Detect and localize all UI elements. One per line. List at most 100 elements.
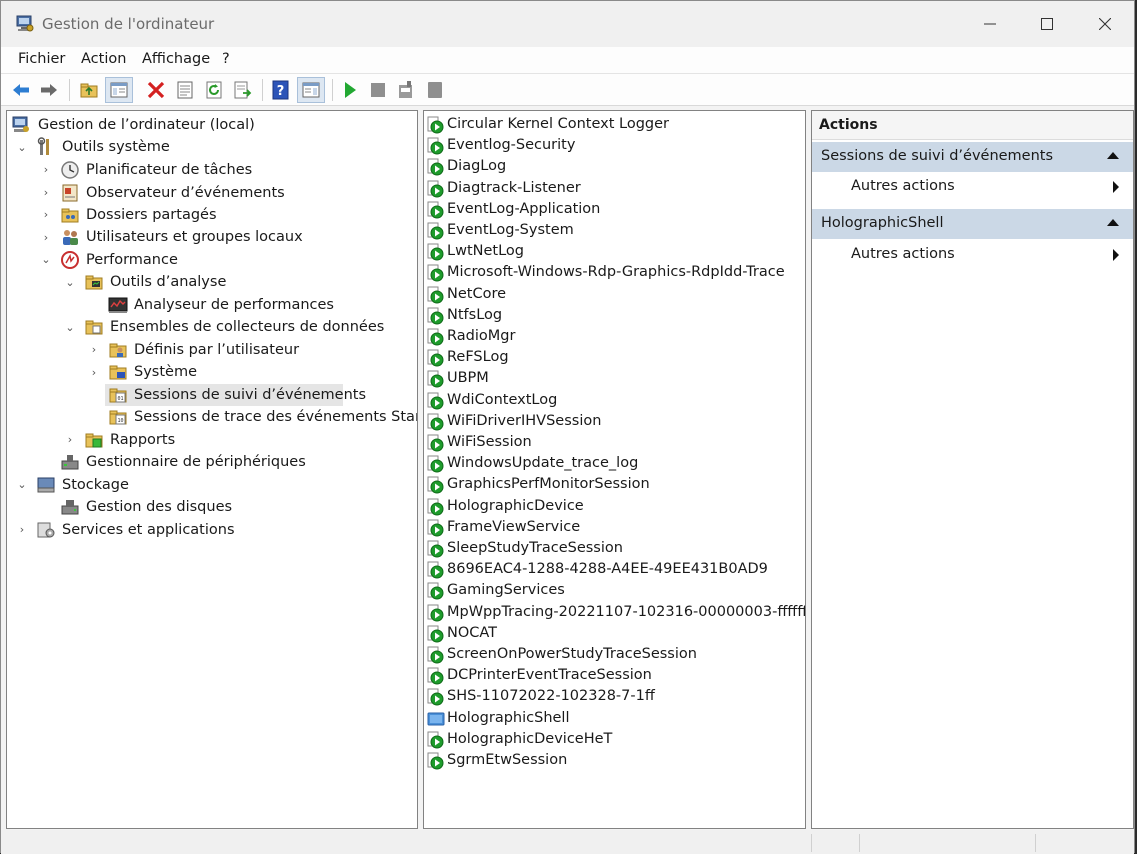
collapse-triangle-icon[interactable] [1107, 152, 1119, 159]
device-manager-icon [61, 455, 79, 470]
show-hide-action-pane-icon[interactable] [301, 80, 321, 100]
toolbar: ? [1, 73, 1134, 106]
session-list-item[interactable]: MpWppTracing-20221107-102316-00000003-ff… [424, 602, 805, 623]
session-list-item[interactable]: HolographicDeviceHeT [424, 729, 805, 750]
session-list-item[interactable]: WdiContextLog [424, 390, 805, 411]
chevron-right-icon[interactable]: › [40, 186, 52, 199]
session-list-item[interactable]: NOCAT [424, 623, 805, 644]
back-arrow-icon[interactable] [11, 80, 31, 100]
session-list-item[interactable]: 8696EAC4-1288-4288-A4EE-49EE431B0AD9 [424, 559, 805, 580]
save-template-icon[interactable] [396, 80, 416, 100]
chevron-down-icon[interactable]: ⌄ [64, 321, 76, 334]
chevron-right-icon[interactable]: › [88, 343, 100, 356]
menu-fichier[interactable]: Fichier [18, 51, 65, 67]
refresh-icon[interactable] [204, 80, 224, 100]
chevron-down-icon[interactable]: ⌄ [16, 141, 28, 154]
tree-label-sessions-suivi: Sessions de suivi d’événements [134, 387, 367, 403]
chevron-right-icon[interactable]: › [88, 366, 100, 379]
trace-session-icon [427, 667, 444, 685]
session-list-item[interactable]: Circular Kernel Context Logger [424, 114, 805, 135]
close-icon [1099, 18, 1111, 30]
trace-session-icon [427, 561, 444, 579]
session-list-item[interactable]: FrameViewService [424, 517, 805, 538]
session-list-item[interactable]: SgrmEtwSession [424, 750, 805, 771]
chevron-right-icon[interactable]: › [64, 433, 76, 446]
session-list-item[interactable]: NetCore [424, 284, 805, 305]
session-list-item[interactable]: WiFiDriverIHVSession [424, 411, 805, 432]
trace-session-icon [427, 625, 444, 643]
trace-session-icon [427, 604, 444, 622]
chevron-right-icon[interactable]: › [16, 523, 28, 536]
session-list-item[interactable]: EventLog-Application [424, 199, 805, 220]
system-folder-icon [109, 365, 127, 380]
properties-icon[interactable] [175, 80, 195, 100]
close-button[interactable] [1076, 1, 1134, 47]
actions-item-autres-1[interactable]: Autres actions [812, 172, 1133, 202]
session-list-item[interactable]: Microsoft-Windows-Rdp-Graphics-RdpIdd-Tr… [424, 262, 805, 283]
title-bar[interactable]: Gestion de l'ordinateur [1, 1, 1134, 47]
export-list-icon[interactable] [233, 80, 253, 100]
forward-arrow-icon[interactable] [39, 80, 59, 100]
trace-session-icon [427, 540, 444, 558]
start-icon[interactable] [340, 80, 360, 100]
session-name: DCPrinterEventTraceSession [447, 667, 652, 684]
session-name: EventLog-Application [447, 200, 601, 217]
session-list-item[interactable]: Eventlog-Security [424, 135, 805, 156]
session-name: NOCAT [447, 624, 498, 641]
tree-label-outils-systeme: Outils système [62, 139, 170, 155]
menu-action[interactable]: Action [81, 51, 126, 67]
session-name: MpWppTracing-20221107-102316-00000003-ff… [447, 603, 806, 620]
services-icon [37, 522, 55, 538]
menu-affichage[interactable]: Affichage [142, 51, 210, 67]
help-icon[interactable]: ? [271, 80, 291, 100]
session-list-item[interactable]: UBPM [424, 368, 805, 389]
event-trace-sessions-icon: 01 [109, 388, 127, 403]
collapse-triangle-icon[interactable] [1107, 219, 1119, 226]
delete-icon[interactable] [146, 80, 166, 100]
session-name: SgrmEtwSession [447, 752, 568, 768]
chevron-right-icon[interactable]: › [40, 208, 52, 221]
session-list-item[interactable]: ReFSLog [424, 347, 805, 368]
session-list-item[interactable]: Diagtrack-Listener [424, 178, 805, 199]
session-name: Diagtrack-Listener [447, 179, 581, 196]
actions-section-holographicshell[interactable]: HolographicShell [812, 209, 1133, 239]
chevron-down-icon[interactable]: ⌄ [16, 478, 28, 491]
maximize-icon [1041, 18, 1053, 30]
session-list-item[interactable]: GamingServices [424, 580, 805, 601]
session-list-item[interactable]: WindowsUpdate_trace_log [424, 453, 805, 474]
session-list-item[interactable]: SleepStudyTraceSession [424, 538, 805, 559]
session-list-item[interactable]: HolographicShell [424, 708, 805, 729]
session-name: ScreenOnPowerStudyTraceSession [447, 646, 697, 662]
trace-session-icon [427, 264, 444, 282]
maximize-button[interactable] [1018, 1, 1076, 47]
navigation-tree-pane[interactable]: Gestion de l’ordinateur (local) ⌄ Outils… [6, 110, 418, 829]
submenu-arrow-icon [1113, 249, 1119, 261]
session-list-item[interactable]: DCPrinterEventTraceSession [424, 665, 805, 686]
chevron-right-icon[interactable]: › [40, 231, 52, 244]
session-list-item[interactable]: GraphicsPerfMonitorSession [424, 474, 805, 495]
session-list-item[interactable]: EventLog-System [424, 220, 805, 241]
actions-item-autres-2[interactable]: Autres actions [812, 240, 1133, 270]
chevron-right-icon[interactable]: › [40, 163, 52, 176]
show-hide-tree-icon[interactable] [109, 80, 129, 100]
trace-session-icon [427, 137, 444, 155]
session-list-item[interactable]: ScreenOnPowerStudyTraceSession [424, 644, 805, 665]
session-list-item[interactable]: HolographicDevice [424, 496, 805, 517]
menu-help[interactable]: ? [222, 51, 230, 67]
user-defined-folder-icon [109, 343, 127, 358]
sessions-list-pane[interactable]: Circular Kernel Context Logger Eventlog-S… [423, 110, 806, 829]
stop-icon[interactable] [368, 80, 388, 100]
minimize-button[interactable] [961, 1, 1019, 47]
folder-up-icon[interactable] [79, 80, 99, 100]
session-list-item[interactable]: WiFiSession [424, 432, 805, 453]
trace-session-icon [427, 498, 444, 516]
chevron-down-icon[interactable]: ⌄ [40, 253, 52, 266]
chevron-down-icon[interactable]: ⌄ [64, 276, 76, 289]
session-list-item[interactable]: NtfsLog [424, 305, 805, 326]
session-list-item[interactable]: DiagLog [424, 156, 805, 177]
session-list-item[interactable]: LwtNetLog [424, 241, 805, 262]
session-list-item[interactable]: RadioMgr [424, 326, 805, 347]
session-list-item[interactable]: SHS-11072022-102328-7-1ff [424, 686, 805, 707]
new-icon[interactable] [425, 80, 445, 100]
actions-section-sessions[interactable]: Sessions de suivi d’événements [812, 142, 1133, 172]
